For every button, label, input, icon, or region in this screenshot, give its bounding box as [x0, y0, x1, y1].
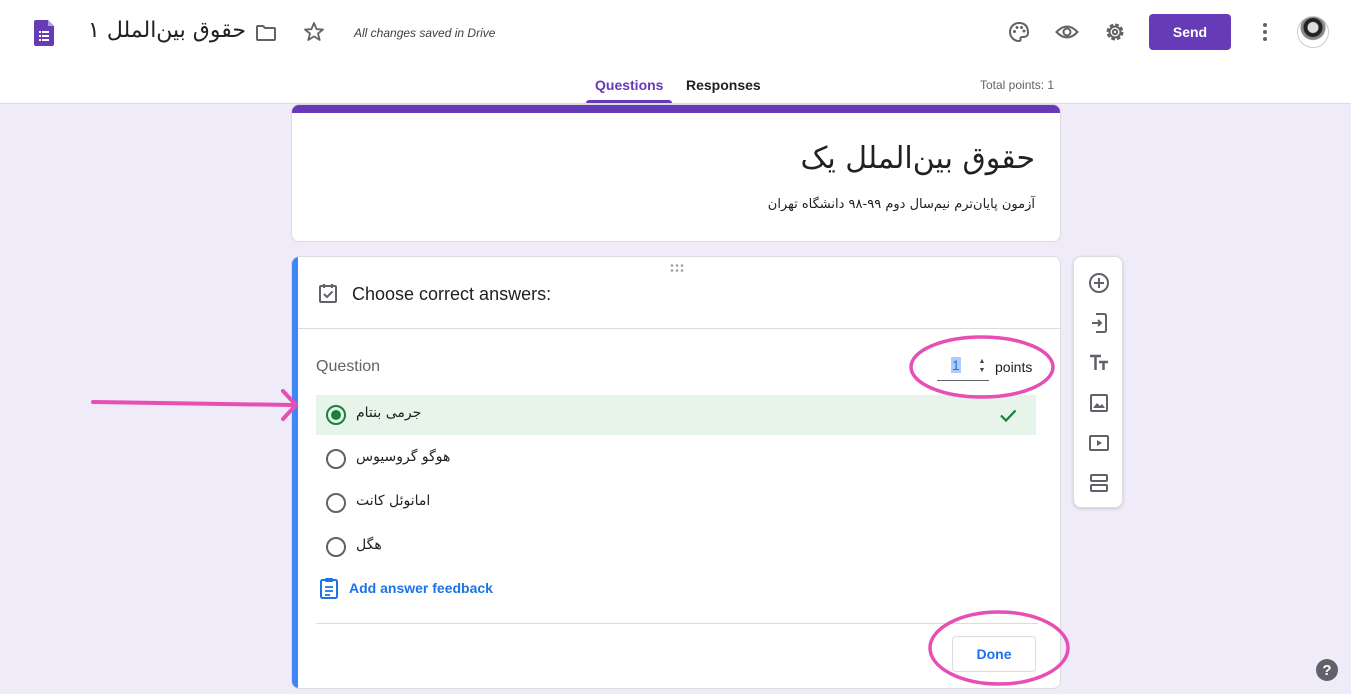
option-text: هگل — [356, 537, 382, 553]
option-row-correct[interactable]: جرمی بنتام — [316, 395, 1036, 435]
points-label: points — [995, 359, 1033, 375]
option-row[interactable]: امانوئل کانت — [316, 483, 1036, 523]
answer-key-heading: Choose correct answers: — [352, 284, 552, 304]
tab-responses[interactable]: Responses — [686, 77, 761, 93]
form-title[interactable]: حقوق بین‌الملل یک — [801, 141, 1035, 176]
active-card-indicator — [292, 257, 298, 688]
add-answer-feedback-link[interactable]: Add answer feedback — [349, 580, 493, 596]
active-tab-indicator — [586, 100, 672, 103]
add-question-icon[interactable] — [1087, 271, 1111, 295]
top-header: حقوق بین‌الملل ۱ All changes saved in Dr… — [0, 0, 1351, 104]
send-button[interactable]: Send — [1149, 14, 1231, 50]
settings-gear-icon[interactable] — [1103, 20, 1127, 44]
floating-toolbar — [1073, 256, 1123, 508]
answer-key-checkbox-icon — [319, 284, 337, 303]
save-status: All changes saved in Drive — [354, 26, 496, 40]
palette-icon[interactable] — [1007, 20, 1031, 44]
add-title-icon[interactable] — [1087, 351, 1111, 375]
points-stepper[interactable]: 1 ▲ ▼ — [937, 353, 989, 381]
account-avatar[interactable] — [1297, 16, 1329, 48]
add-image-icon[interactable] — [1087, 391, 1111, 415]
option-text: هوگو گروسیوس — [356, 449, 451, 465]
form-description[interactable]: آزمون پایان‌ترم نیم‌سال دوم ۹۹-۹۸ دانشگا… — [768, 197, 1035, 212]
option-row[interactable]: هگل — [316, 527, 1036, 567]
add-section-icon[interactable] — [1087, 471, 1111, 495]
more-vert-icon[interactable] — [1253, 20, 1277, 44]
import-questions-icon[interactable] — [1087, 311, 1111, 335]
radio-unselected[interactable] — [326, 493, 346, 513]
done-button[interactable]: Done — [952, 636, 1036, 672]
preview-eye-icon[interactable] — [1055, 20, 1079, 44]
stepper-arrows[interactable]: ▲ ▼ — [977, 357, 987, 375]
document-title[interactable]: حقوق بین‌الملل ۱ — [88, 18, 246, 43]
option-text: امانوئل کانت — [356, 493, 431, 509]
divider — [298, 328, 1060, 329]
star-icon[interactable] — [302, 20, 326, 44]
question-card[interactable]: Choose correct answers: Question 1 ▲ ▼ po… — [291, 256, 1061, 689]
annotation-arrow — [91, 400, 294, 407]
check-icon — [1000, 409, 1017, 423]
radio-selected[interactable] — [326, 405, 346, 425]
help-icon[interactable]: ? — [1316, 659, 1338, 681]
divider — [316, 623, 1038, 624]
add-video-icon[interactable] — [1087, 431, 1111, 455]
points-value[interactable]: 1 — [951, 357, 961, 373]
feedback-clipboard-icon[interactable] — [318, 577, 340, 599]
form-title-card[interactable]: حقوق بین‌الملل یک آزمون پایان‌ترم نیم‌سا… — [291, 104, 1061, 242]
total-points: Total points: 1 — [980, 78, 1055, 92]
option-text: جرمی بنتام — [356, 405, 422, 421]
radio-unselected[interactable] — [326, 449, 346, 469]
folder-icon[interactable] — [254, 21, 278, 45]
question-text: Question — [316, 358, 381, 375]
tab-questions[interactable]: Questions — [595, 77, 663, 93]
radio-unselected[interactable] — [326, 537, 346, 557]
drag-handle-icon[interactable] — [669, 263, 685, 273]
option-row[interactable]: هوگو گروسیوس — [316, 439, 1036, 479]
title-card-accent-bar — [292, 105, 1060, 113]
forms-logo-icon[interactable] — [34, 20, 54, 46]
